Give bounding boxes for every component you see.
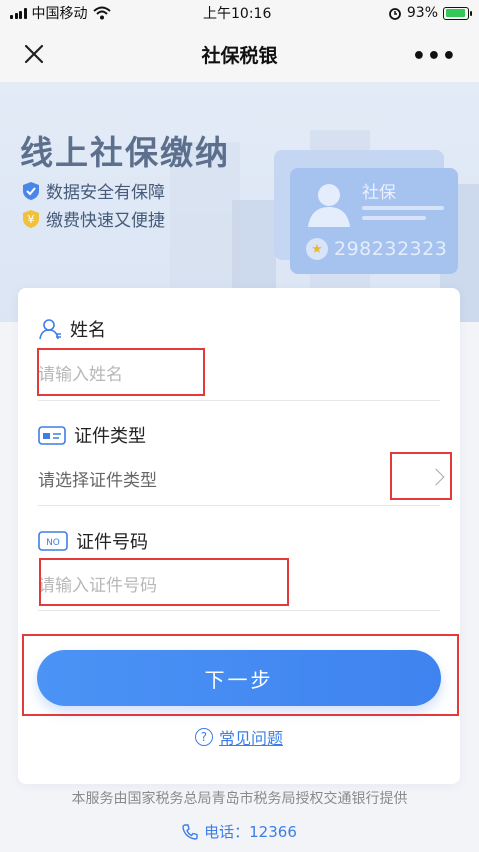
card-line [362, 216, 426, 220]
name-label-text: 姓名 [70, 320, 106, 341]
wifi-icon [92, 6, 111, 20]
signal-icon [10, 7, 27, 19]
id-number-label: NO 证件号码 [38, 528, 148, 554]
phone-text[interactable]: 电话：12366 [204, 821, 297, 842]
phone-icon [182, 823, 198, 840]
card-title: 社保 [362, 183, 396, 203]
battery-fill [445, 9, 466, 17]
more-button[interactable]: ••• [412, 44, 457, 69]
status-time: 上午10:16 [203, 6, 272, 22]
no-badge-icon: NO [38, 531, 68, 551]
card-number: 298232323 [334, 238, 448, 260]
status-right: 93% [388, 5, 472, 21]
svg-text:¥: ¥ [28, 213, 35, 226]
battery-percent: 93% [406, 5, 438, 21]
divider [38, 400, 440, 401]
nav-bar: 社保税银 ••• [0, 26, 479, 82]
carrier-label: 中国移动 [31, 6, 88, 22]
banner-title: 线上社保缴纳 [20, 133, 230, 172]
close-icon[interactable] [22, 42, 46, 66]
id-number-input-highlight [39, 558, 289, 606]
avatar-icon [308, 184, 350, 227]
name-label: 姓名 [38, 316, 106, 342]
banner: 线上社保缴纳 数据安全有保障 ¥ 缴费快速又便捷 社保 ★ 298232323 [0, 82, 479, 322]
id-card-icon [38, 426, 66, 445]
name-input-highlight [37, 348, 205, 396]
next-button-highlight [22, 634, 459, 716]
alarm-icon [388, 8, 401, 20]
user-icon [39, 319, 61, 340]
feature-text: 数据安全有保障 [46, 183, 165, 203]
question-icon: ? [194, 728, 213, 746]
divider [38, 610, 440, 611]
page-title: 社保税银 [201, 44, 278, 67]
feature-text: 缴费快速又便捷 [46, 211, 165, 231]
status-bar: 中国移动 上午10:16 93% [0, 0, 479, 26]
feature-speed: ¥ 缴费快速又便捷 [22, 206, 165, 231]
service-note: 本服务由国家税务总局青岛市税务局授权交通银行提供 [71, 791, 408, 807]
faq-link-text[interactable]: 常见问题 [219, 725, 283, 749]
id-number-label-text: 证件号码 [76, 532, 148, 553]
no-badge-text: NO [46, 538, 60, 548]
feature-security: 数据安全有保障 [22, 178, 165, 203]
faq-link[interactable]: ? 常见问题 [18, 725, 460, 749]
star-badge-icon: ★ [306, 238, 328, 260]
status-left: 中国移动 [10, 3, 111, 23]
phone-link[interactable]: 电话：12366 [0, 821, 479, 842]
divider [38, 505, 440, 506]
id-type-label-text: 证件类型 [74, 426, 146, 447]
id-type-label: 证件类型 [38, 422, 146, 448]
chevron-highlight [390, 452, 452, 500]
yen-badge-icon: ¥ [23, 209, 39, 228]
shield-check-icon [23, 181, 39, 200]
social-security-card: 社保 ★ 298232323 [290, 168, 458, 274]
id-type-select[interactable]: 请选择证件类型 [38, 466, 157, 491]
card-line [362, 206, 444, 210]
battery-icon [443, 6, 472, 20]
form-card: 姓名 请输入姓名 证件类型 请选择证件类型 NO 证件号码 请输入证件号码 下一… [18, 288, 460, 784]
